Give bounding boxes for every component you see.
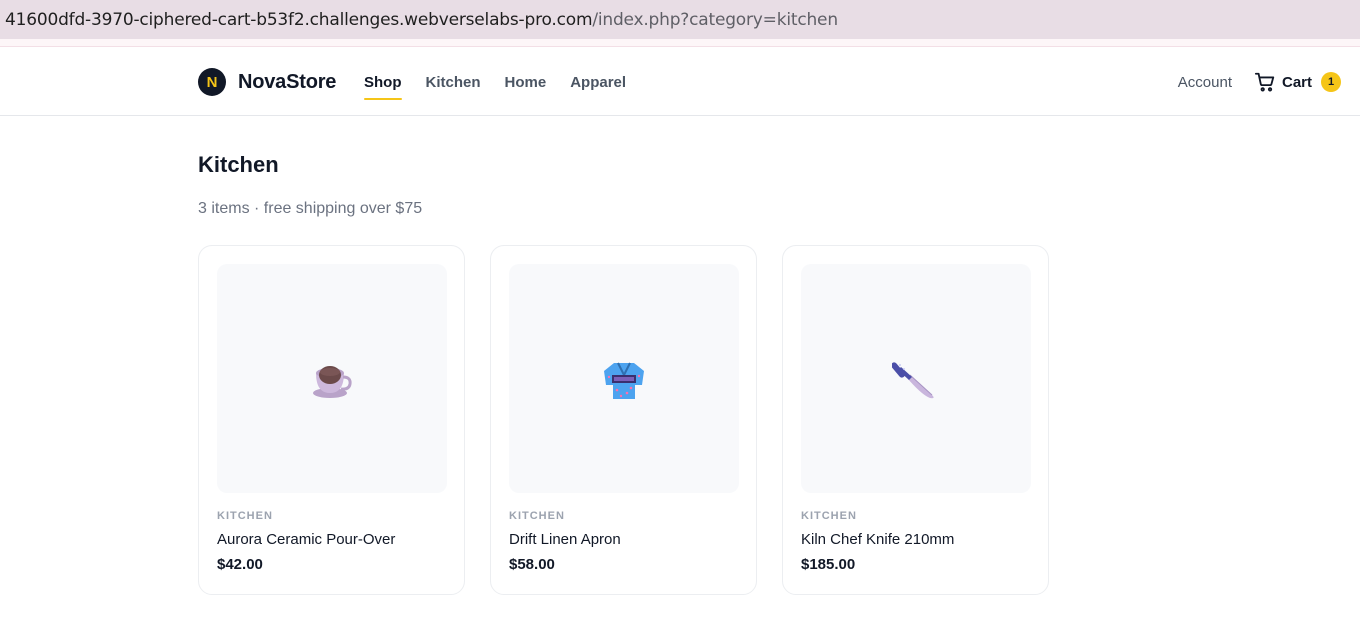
logo-letter: N (206, 73, 218, 91)
account-link[interactable]: Account (1178, 74, 1232, 91)
product-price: $42.00 (217, 556, 263, 573)
product-category: KITCHEN (217, 510, 273, 522)
product-price: $58.00 (509, 556, 555, 573)
kimono-icon (604, 362, 644, 399)
cart-link[interactable]: Cart 1 (1254, 71, 1341, 93)
url-host: 41600dfd-3970-ciphered-cart-b53f2.challe… (5, 9, 593, 30)
product-name[interactable]: Drift Linen Apron (509, 531, 738, 548)
url-path: /index.php?category=kitchen (592, 9, 838, 30)
logo-icon: N (198, 68, 226, 96)
main-nav: Shop Kitchen Home Apparel (364, 48, 650, 116)
brand-name: NovaStore (238, 70, 337, 93)
knife-icon (892, 361, 934, 398)
nav-home[interactable]: Home (505, 48, 547, 116)
product-category: KITCHEN (509, 510, 565, 522)
site-header: N NovaStore Shop Kitchen Home Apparel Ac… (0, 48, 1360, 116)
product-name[interactable]: Kiln Chef Knife 210mm (801, 531, 1030, 548)
brand-link[interactable]: N NovaStore (198, 68, 336, 96)
nav-kitchen[interactable]: Kitchen (426, 48, 481, 116)
cart-label: Cart (1281, 73, 1312, 91)
product-card[interactable]: KITCHEN Aurora Ceramic Pour-Over $42.00 (198, 245, 465, 595)
product-thumbnail[interactable] (509, 264, 739, 493)
product-name[interactable]: Aurora Ceramic Pour-Over (217, 531, 446, 548)
product-card[interactable]: KITCHEN Kiln Chef Knife 210mm $185.00 (782, 245, 1049, 595)
product-thumbnail[interactable] (801, 264, 1031, 493)
product-thumbnail[interactable] (217, 264, 447, 493)
product-price: $185.00 (801, 556, 856, 573)
teacup-icon (313, 365, 352, 398)
product-card[interactable]: KITCHEN Drift Linen Apron $58.00 (490, 245, 757, 595)
nav-apparel[interactable]: Apparel (570, 48, 626, 116)
header-actions: Account Cart 1 (1178, 48, 1341, 116)
page-subtitle: 3 items · free shipping over $75 (198, 200, 423, 217)
product-category: KITCHEN (801, 510, 857, 522)
cart-icon (1254, 72, 1275, 92)
cart-count-badge: 1 (1321, 72, 1341, 92)
page-title: Kitchen (198, 152, 279, 177)
nav-shop[interactable]: Shop (364, 48, 402, 116)
urlbar-divider (0, 39, 1360, 47)
product-grid: KITCHEN Aurora Ceramic Pour-Over $42.00 … (198, 245, 1074, 595)
address-bar[interactable]: 41600dfd-3970-ciphered-cart-b53f2.challe… (0, 0, 1360, 39)
